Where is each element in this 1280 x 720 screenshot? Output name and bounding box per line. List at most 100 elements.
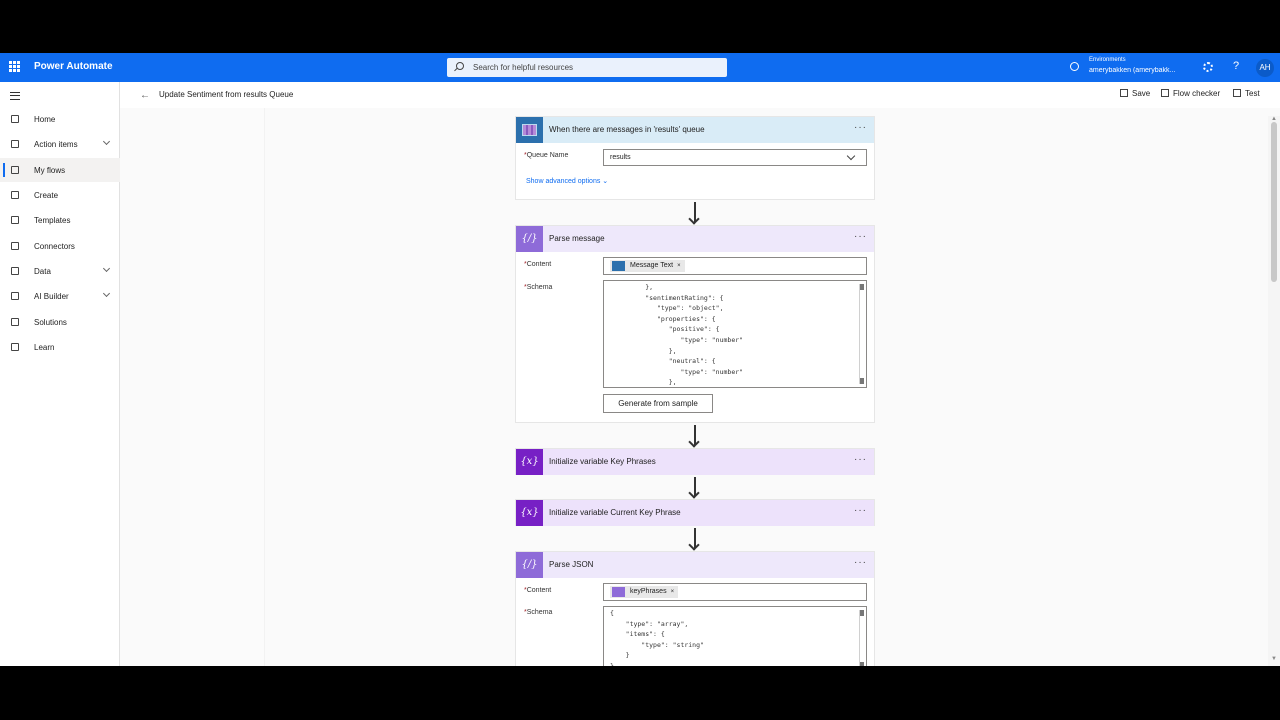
init-current-key-phrase-card[interactable]: {x} Initialize variable Current Key Phra…	[515, 499, 875, 526]
card-title: Parse JSON	[549, 560, 594, 569]
nav-item-home[interactable]: Home	[0, 107, 120, 131]
more-options-icon[interactable]: ···	[854, 122, 867, 133]
chevron-down-icon	[102, 264, 111, 273]
flow-designer: ← Update Sentiment from results Queue Sa…	[120, 82, 1280, 666]
nav-label: Home	[34, 115, 56, 124]
test-label: Test	[1245, 89, 1260, 98]
nav-item-connectors[interactable]: Connectors	[0, 234, 120, 258]
trigger-card-header[interactable]: When there are messages in 'results' que…	[516, 117, 874, 143]
more-options-icon[interactable]: ···	[854, 505, 867, 516]
content-input[interactable]: Message Text ×	[603, 257, 867, 275]
flow-connector-arrow	[694, 202, 696, 222]
generate-from-sample-button[interactable]: Generate from sample	[603, 394, 713, 413]
chevron-down-icon	[102, 289, 111, 298]
variable-icon: {x}	[516, 449, 543, 475]
app-launcher-icon[interactable]	[9, 61, 20, 72]
parse-json-icon: {/}	[516, 552, 543, 578]
back-arrow-icon[interactable]: ←	[140, 90, 150, 101]
hamburger-menu-icon[interactable]	[10, 92, 20, 100]
save-button[interactable]: Save	[1120, 89, 1150, 98]
schema-scrollbar[interactable]	[859, 610, 864, 666]
remove-token-icon[interactable]: ×	[677, 263, 681, 269]
environment-icon[interactable]	[1070, 62, 1079, 71]
nav-item-templates[interactable]: Templates	[0, 208, 120, 232]
canvas-gutter	[180, 108, 265, 666]
queue-name-select[interactable]: results	[603, 149, 867, 166]
show-advanced-options-link[interactable]: Show advanced options ⌄	[526, 177, 608, 185]
nav-item-data[interactable]: Data	[0, 259, 120, 283]
nav-item-action-items[interactable]: Action items	[0, 132, 120, 156]
nav-label: Create	[34, 191, 59, 200]
user-avatar[interactable]: AH	[1256, 59, 1274, 77]
stethoscope-icon	[1161, 89, 1169, 97]
field-label-text: Queue Name	[526, 152, 569, 159]
flow-icon	[11, 166, 19, 174]
more-options-icon[interactable]: ···	[854, 557, 867, 568]
nav-item-ai-builder[interactable]: AI Builder	[0, 284, 120, 308]
database-icon	[11, 267, 19, 275]
parse-json-card-header[interactable]: {/} Parse JSON ···	[516, 552, 874, 578]
variable-icon: {x}	[516, 500, 543, 526]
nav-label: Templates	[34, 216, 71, 225]
remove-token-icon[interactable]: ×	[671, 589, 675, 595]
nav-item-solutions[interactable]: Solutions	[0, 310, 120, 334]
letterbox-bottom	[0, 666, 1280, 720]
dynamic-content-token[interactable]: keyPhrases ×	[610, 586, 679, 598]
schema-label: *Schema	[524, 609, 552, 616]
init-key-phrases-header[interactable]: {x} Initialize variable Key Phrases ···	[516, 449, 874, 475]
nav-item-create[interactable]: Create	[0, 183, 120, 207]
trigger-card: When there are messages in 'results' que…	[515, 116, 875, 200]
nav-item-my-flows[interactable]: My flows	[0, 158, 120, 182]
flow-connector-arrow	[694, 425, 696, 445]
parse-json-card: {/} Parse JSON ··· *Content keyPhrases × …	[515, 551, 875, 666]
card-title: Parse message	[549, 234, 605, 243]
search-placeholder: Search for helpful resources	[473, 63, 574, 72]
test-button[interactable]: Test	[1233, 89, 1260, 98]
content-input[interactable]: keyPhrases ×	[603, 583, 867, 601]
field-label-text: Content	[526, 587, 552, 594]
schema-editor[interactable]: }, "sentimentRating": { "type": "object"…	[603, 280, 867, 388]
home-icon	[11, 115, 19, 123]
environment-name[interactable]: amerybakken (amerybakk...	[1089, 67, 1187, 74]
search-icon	[456, 62, 464, 70]
more-options-icon[interactable]: ···	[854, 231, 867, 242]
link-text: Show advanced options	[526, 178, 601, 185]
flow-connector-arrow	[694, 528, 696, 548]
app-title[interactable]: Power Automate	[34, 61, 113, 72]
plus-icon	[11, 191, 19, 199]
schema-editor[interactable]: { "type": "array", "items": { "type": "s…	[603, 606, 867, 666]
top-bar: Power Automate Search for helpful resour…	[0, 53, 1280, 82]
flow-name: Update Sentiment from results Queue	[159, 90, 294, 99]
canvas-scrollbar[interactable]: ▲ ▼	[1268, 116, 1280, 666]
init-current-key-phrase-header[interactable]: {x} Initialize variable Current Key Phra…	[516, 500, 874, 526]
dynamic-content-token[interactable]: Message Text ×	[610, 260, 685, 272]
help-icon[interactable]: ?	[1233, 60, 1239, 72]
schema-code: }, "sentimentRating": { "type": "object"…	[645, 283, 744, 387]
chevron-down-icon	[846, 151, 856, 161]
nav-label: Action items	[34, 140, 78, 149]
nav-label: Solutions	[34, 318, 67, 327]
parse-message-card-header[interactable]: {/} Parse message ···	[516, 226, 874, 252]
schema-scrollbar[interactable]	[859, 284, 864, 384]
card-title: Initialize variable Current Key Phrase	[549, 508, 681, 517]
save-icon	[1120, 89, 1128, 97]
nav-label: Learn	[34, 343, 55, 352]
card-title: Initialize variable Key Phrases	[549, 457, 656, 466]
content-label: *Content	[524, 587, 551, 594]
parse-json-icon: {/}	[516, 226, 543, 252]
flow-checker-label: Flow checker	[1173, 89, 1221, 98]
scrollbar-thumb[interactable]	[1271, 122, 1277, 282]
environment-label[interactable]: Environments	[1089, 57, 1126, 63]
flask-icon	[1233, 89, 1241, 97]
more-options-icon[interactable]: ···	[854, 454, 867, 465]
settings-gear-icon[interactable]	[1203, 62, 1213, 72]
flow-checker-button[interactable]: Flow checker	[1161, 89, 1220, 98]
connector-icon	[11, 242, 19, 250]
nav-label: Connectors	[34, 242, 75, 251]
search-input[interactable]: Search for helpful resources	[447, 58, 727, 77]
nav-item-learn[interactable]: Learn	[0, 335, 120, 359]
select-value: results	[610, 154, 631, 161]
scroll-down-icon[interactable]: ▼	[1271, 656, 1277, 662]
init-key-phrases-card[interactable]: {x} Initialize variable Key Phrases ···	[515, 448, 875, 475]
card-title: When there are messages in 'results' que…	[549, 125, 705, 134]
